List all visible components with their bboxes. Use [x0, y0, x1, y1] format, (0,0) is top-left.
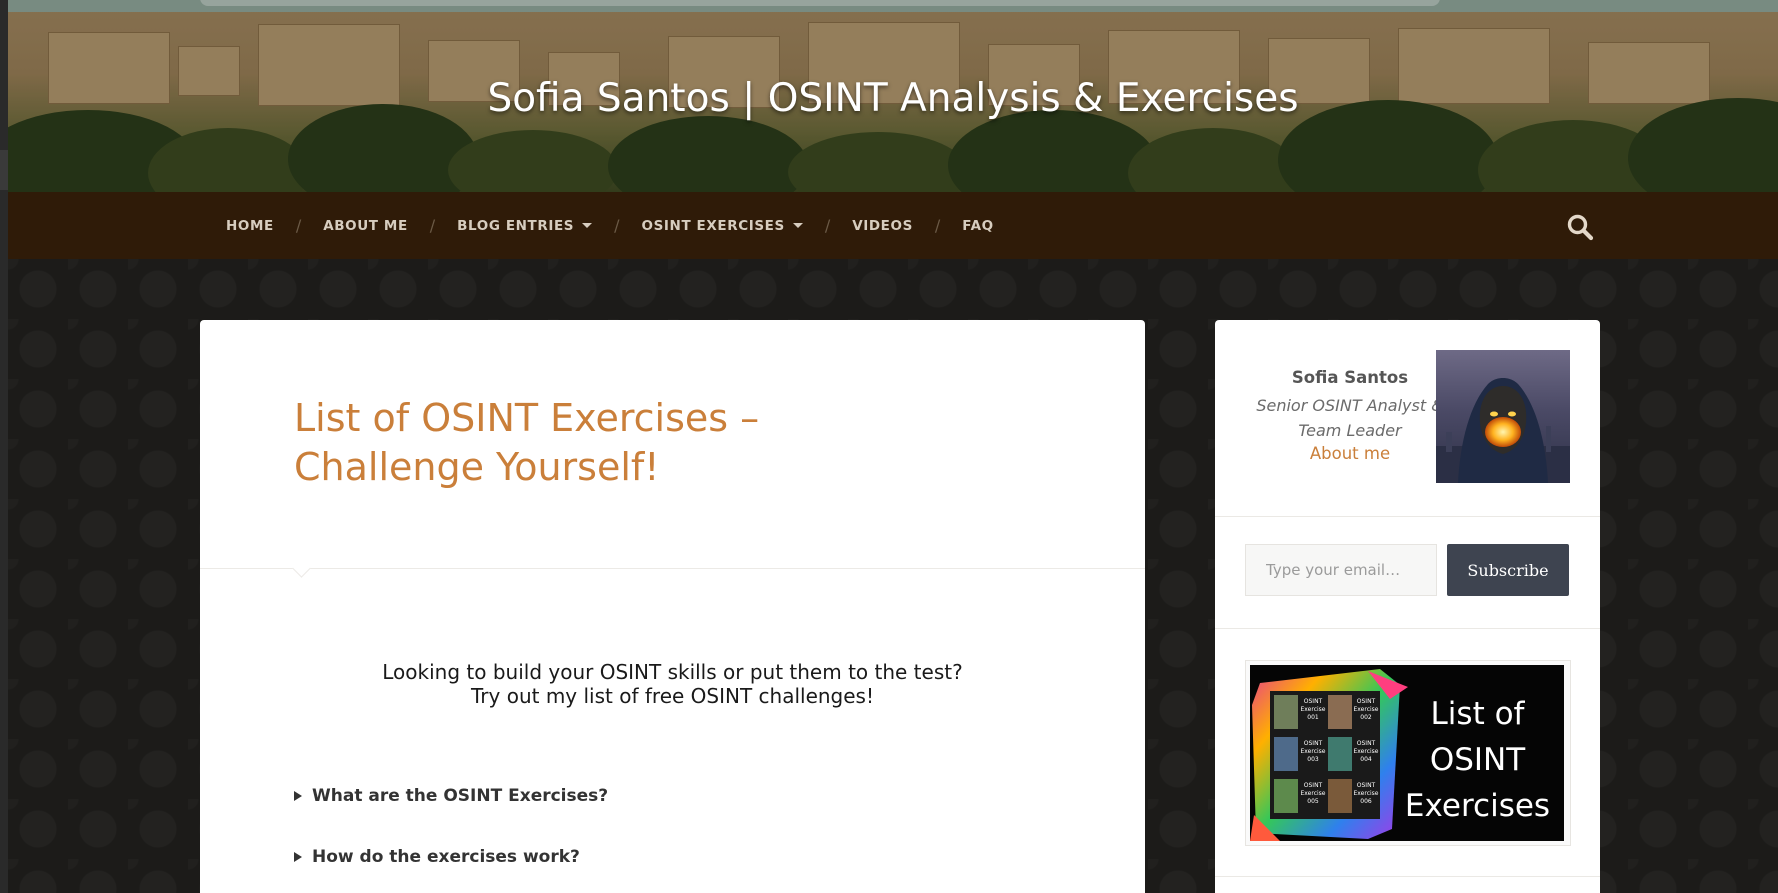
nav-item-home[interactable]: HOME — [226, 218, 274, 234]
nav-menu: HOME / ABOUT ME / BLOG ENTRIES / OSINT E… — [226, 192, 994, 259]
post-divider — [200, 568, 1145, 569]
svg-text:006: 006 — [1360, 798, 1372, 805]
author-name: Sofia Santos — [1291, 368, 1409, 387]
svg-text:OSINT: OSINT — [1304, 740, 1323, 747]
nav-item-about-me-label: ABOUT ME — [323, 217, 408, 234]
about-me-link[interactable]: About me — [1250, 444, 1450, 463]
author-avatar — [1436, 350, 1570, 483]
nav-item-osint-exercises[interactable]: OSINT EXERCISES — [642, 218, 803, 234]
site-header-banner: Sofia Santos | OSINT Analysis & Exercise… — [8, 0, 1778, 192]
sidebar-separator — [1215, 516, 1600, 517]
search-icon[interactable] — [1566, 213, 1594, 241]
promo-title: List of OSINT Exercises — [1404, 696, 1551, 824]
nav-item-faq-label: FAQ — [962, 217, 994, 234]
intro-line-1: Looking to build your OSINT skills or pu… — [382, 660, 963, 684]
faq-label: What are the OSINT Exercises? — [312, 786, 609, 806]
nav-item-osint-exercises-label: OSINT EXERCISES — [641, 217, 785, 234]
svg-text:Exercise: Exercise — [1354, 790, 1379, 797]
svg-text:Exercise: Exercise — [1354, 748, 1379, 755]
svg-text:Exercise: Exercise — [1354, 706, 1379, 713]
site-title[interactable]: Sofia Santos | OSINT Analysis & Exercise… — [8, 76, 1778, 121]
subscribe-button[interactable]: Subscribe — [1447, 544, 1569, 596]
osint-exercises-promo[interactable]: OSINT Exercise 001 OSINT Exercise 002 OS… — [1245, 660, 1571, 846]
divider-notch — [292, 559, 311, 578]
faq-what-are-exercises[interactable]: What are the OSINT Exercises? — [294, 786, 608, 806]
nav-separator: / — [614, 216, 620, 235]
nav-separator: / — [824, 216, 831, 235]
svg-text:Exercise: Exercise — [1301, 790, 1326, 797]
nav-item-videos[interactable]: VIDEOS — [852, 218, 913, 234]
caret-right-icon — [294, 852, 302, 862]
nav-item-home-label: HOME — [226, 217, 274, 234]
svg-text:003: 003 — [1307, 756, 1319, 763]
promo-image: OSINT Exercise 001 OSINT Exercise 002 OS… — [1250, 665, 1564, 841]
svg-text:OSINT: OSINT — [1357, 782, 1376, 789]
email-field[interactable] — [1245, 544, 1437, 596]
svg-text:Exercise: Exercise — [1301, 706, 1326, 713]
post-title[interactable]: List of OSINT Exercises – Challenge Your… — [294, 394, 854, 492]
main-navigation: HOME / ABOUT ME / BLOG ENTRIES / OSINT E… — [8, 192, 1778, 259]
svg-text:OSINT: OSINT — [1304, 698, 1323, 705]
nav-item-faq[interactable]: FAQ — [962, 218, 993, 234]
nav-separator: / — [295, 216, 302, 235]
faq-how-exercises-work[interactable]: How do the exercises work? — [294, 847, 580, 867]
nav-item-blog-entries-label: BLOG ENTRIES — [457, 217, 575, 234]
left-window-edge — [0, 0, 8, 893]
author-role: Senior OSINT Analyst & Team Leader — [1256, 396, 1444, 440]
caret-right-icon — [294, 791, 302, 801]
svg-text:001: 001 — [1307, 714, 1319, 721]
nav-item-about-me[interactable]: ABOUT ME — [323, 218, 408, 234]
post-card: List of OSINT Exercises – Challenge Your… — [200, 320, 1145, 893]
sidebar: Sofia Santos Senior OSINT Analyst & Team… — [1215, 320, 1600, 893]
svg-text:005: 005 — [1307, 798, 1319, 805]
svg-text:OSINT: OSINT — [1357, 740, 1376, 747]
svg-text:OSINT: OSINT — [1357, 698, 1376, 705]
svg-text:004: 004 — [1360, 756, 1372, 763]
sidebar-separator — [1215, 876, 1600, 877]
chevron-down-icon — [582, 223, 593, 228]
svg-text:002: 002 — [1360, 714, 1372, 721]
faq-label: How do the exercises work? — [312, 847, 580, 867]
svg-text:Exercise: Exercise — [1301, 748, 1326, 755]
sidebar-separator — [1215, 628, 1600, 629]
nav-separator: / — [934, 216, 941, 235]
nav-separator: / — [429, 216, 436, 235]
intro-line-2: Try out my list of free OSINT challenges… — [471, 684, 874, 708]
nav-item-videos-label: VIDEOS — [852, 217, 913, 234]
svg-text:OSINT: OSINT — [1304, 782, 1323, 789]
chevron-down-icon — [792, 223, 803, 228]
nav-item-blog-entries[interactable]: BLOG ENTRIES — [457, 217, 593, 234]
post-intro: Looking to build your OSINT skills or pu… — [200, 660, 1145, 708]
